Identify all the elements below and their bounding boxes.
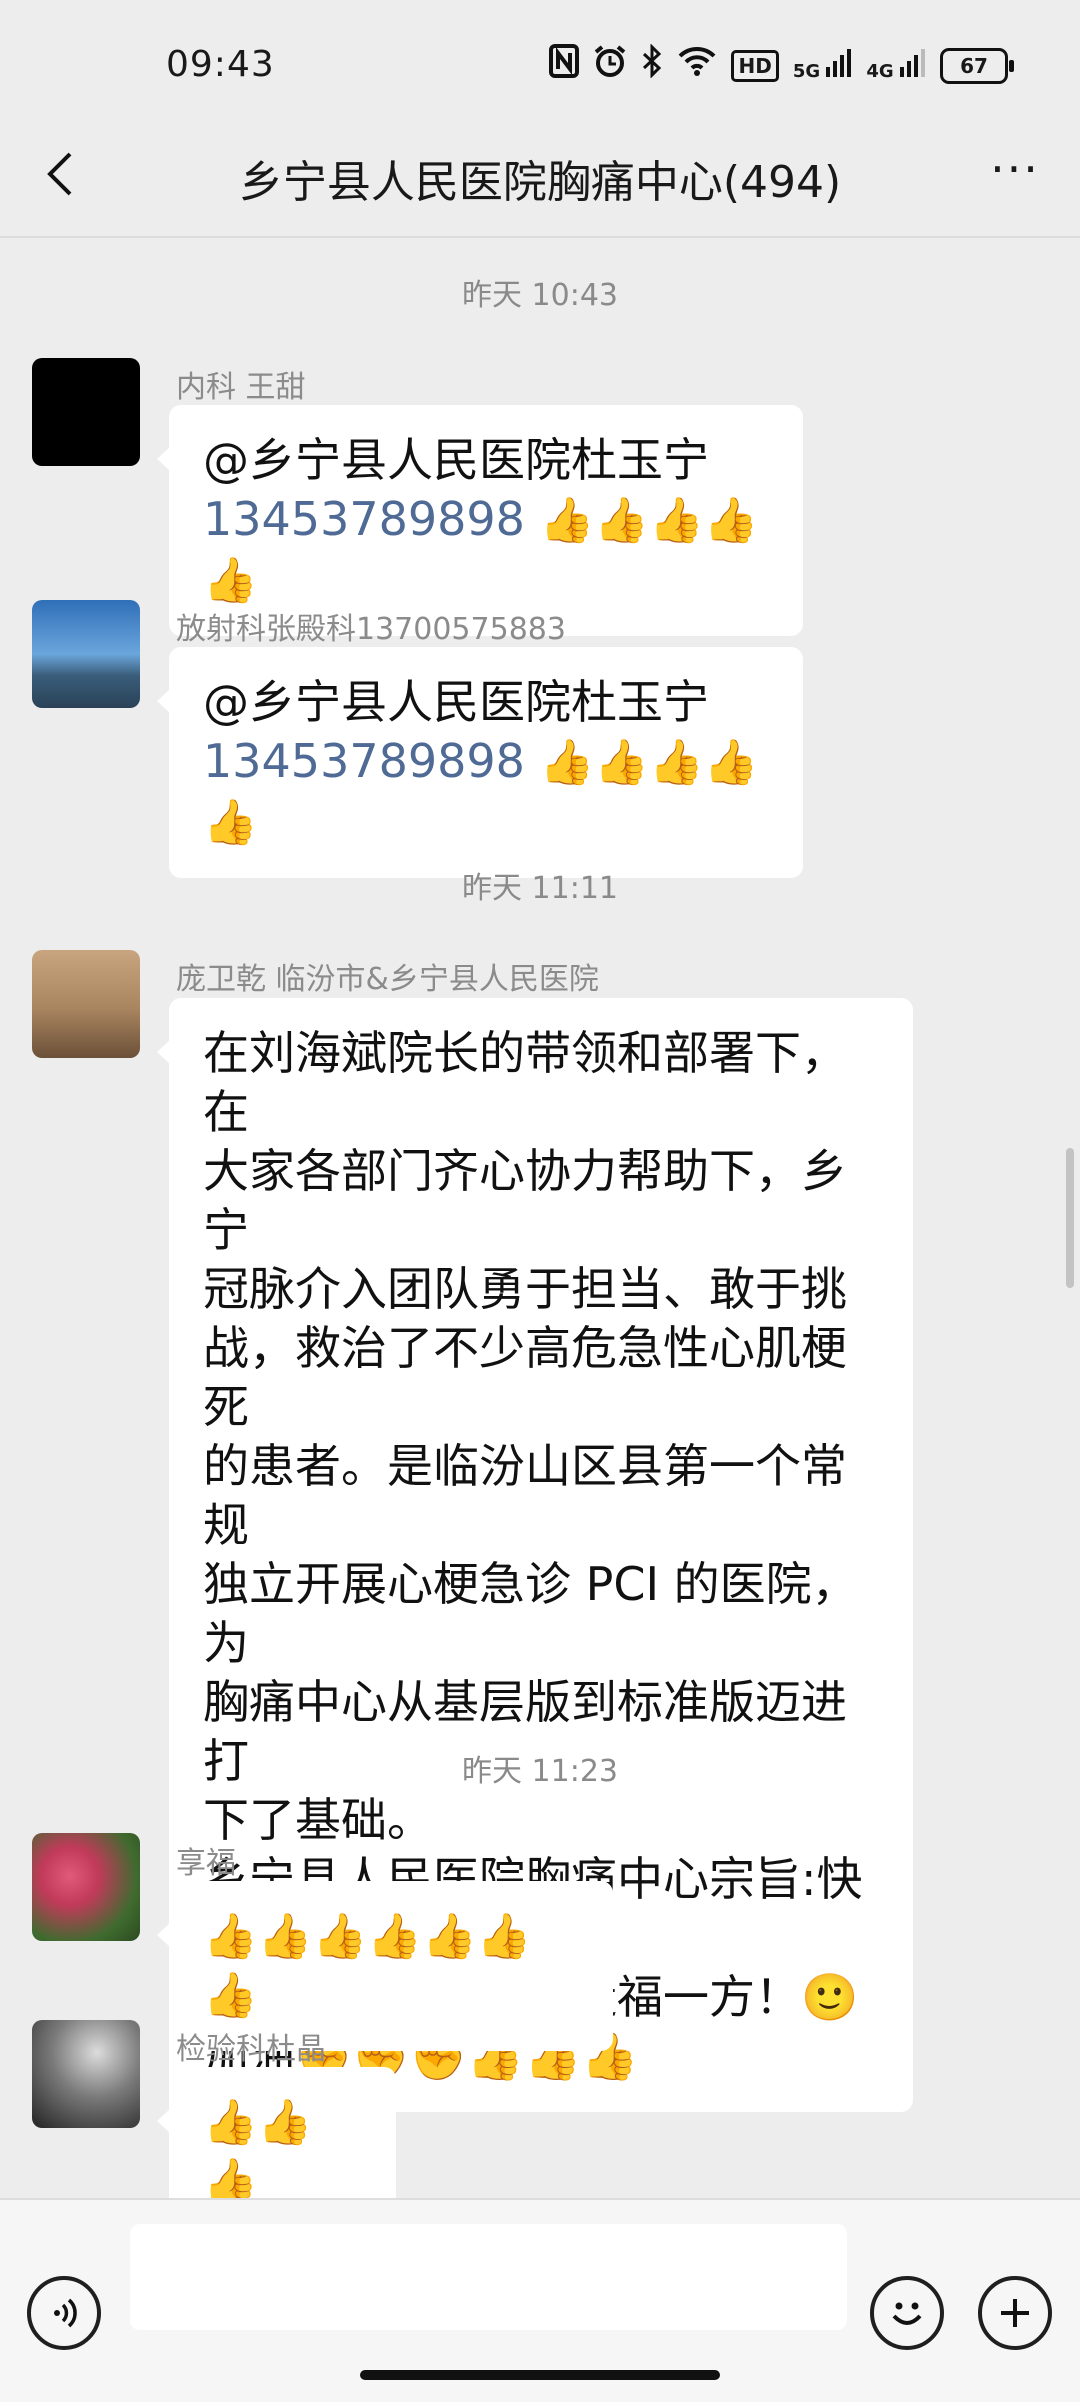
nfc-icon bbox=[549, 44, 580, 87]
message-bubble[interactable]: @乡宁县人民医院杜玉宁 13453789898 👍👍👍👍👍 bbox=[157, 405, 803, 636]
home-indicator[interactable] bbox=[360, 2370, 720, 2380]
message-text: @乡宁县人民医院杜玉宁 bbox=[203, 675, 709, 729]
avatar[interactable] bbox=[32, 358, 140, 466]
message-line: 的患者。是临汾山区县第一个常规 bbox=[203, 1439, 847, 1552]
status-bar: 09:43 HD 5G 4G 67 bbox=[0, 0, 1080, 135]
message-line: 大家各部门齐心协力帮助下，乡宁 bbox=[203, 1144, 847, 1257]
avatar[interactable] bbox=[32, 1833, 140, 1941]
chat-header: 乡宁县人民医院胸痛中心(494) ··· bbox=[0, 118, 1080, 236]
emoji-face-icon[interactable] bbox=[870, 2276, 944, 2350]
alarm-icon bbox=[593, 44, 627, 87]
plus-icon[interactable] bbox=[978, 2276, 1052, 2350]
sender-name: 享福 bbox=[176, 1846, 236, 1881]
voice-icon[interactable] bbox=[27, 2276, 101, 2350]
avatar[interactable] bbox=[32, 2020, 140, 2128]
chat-title: 乡宁县人民医院胸痛中心(494) bbox=[238, 157, 842, 208]
timestamp: 昨天 11:23 bbox=[462, 1754, 618, 1789]
4g-signal-icon: 4G bbox=[866, 49, 926, 82]
hd-icon: HD bbox=[731, 49, 779, 82]
message-text: @乡宁县人民医院杜玉宁 bbox=[203, 433, 709, 487]
timestamp: 昨天 10:43 bbox=[462, 278, 618, 313]
phone-link[interactable]: 13453789898 bbox=[203, 734, 525, 788]
battery-icon: 67 bbox=[940, 47, 1014, 84]
message-bubble[interactable]: @乡宁县人民医院杜玉宁 13453789898 👍👍👍👍👍 bbox=[157, 647, 803, 878]
message-line: 战，救治了不少高危急性心肌梗死 bbox=[203, 1321, 847, 1434]
wifi-icon bbox=[677, 45, 717, 86]
4g-label: 4G bbox=[866, 61, 894, 82]
status-icons: HD 5G 4G 67 bbox=[549, 43, 1014, 87]
5g-label: 5G bbox=[792, 61, 821, 82]
phone-link[interactable]: 13453789898 bbox=[203, 492, 525, 546]
emoji-thumbs-up: 👍👍👍👍👍👍👍 bbox=[203, 1911, 532, 2021]
avatar[interactable] bbox=[32, 950, 140, 1058]
sender-name: 检验科杜晶 bbox=[176, 2032, 326, 2067]
message-line: 下了基础。 bbox=[203, 1793, 433, 1847]
more-options-button[interactable]: ··· bbox=[980, 144, 1050, 204]
chat-scrollbar[interactable] bbox=[1066, 1148, 1074, 1288]
timestamp: 昨天 11:11 bbox=[462, 871, 618, 906]
message-line: 在刘海斌院长的带领和部署下，在 bbox=[203, 1026, 847, 1139]
message-input[interactable] bbox=[130, 2224, 847, 2330]
emoji-thumbs-up: 👍👍👍 bbox=[203, 2097, 313, 2207]
bluetooth-icon bbox=[641, 43, 663, 87]
5g-signal-icon: 5G bbox=[793, 49, 853, 82]
header-divider bbox=[0, 236, 1080, 238]
sender-name: 内科 王甜 bbox=[176, 370, 306, 405]
status-time: 09:43 bbox=[166, 44, 275, 85]
message-line: 独立开展心梗急诊 PCI 的医院，为 bbox=[203, 1557, 858, 1670]
message-line: 冠脉介入团队勇于担当、敢于挑 bbox=[203, 1262, 847, 1316]
avatar[interactable] bbox=[32, 600, 140, 708]
sender-name: 庞卫乾 临汾市&乡宁县人民医院 bbox=[176, 962, 599, 997]
sender-name: 放射科张殿科13700575883 bbox=[176, 612, 566, 647]
